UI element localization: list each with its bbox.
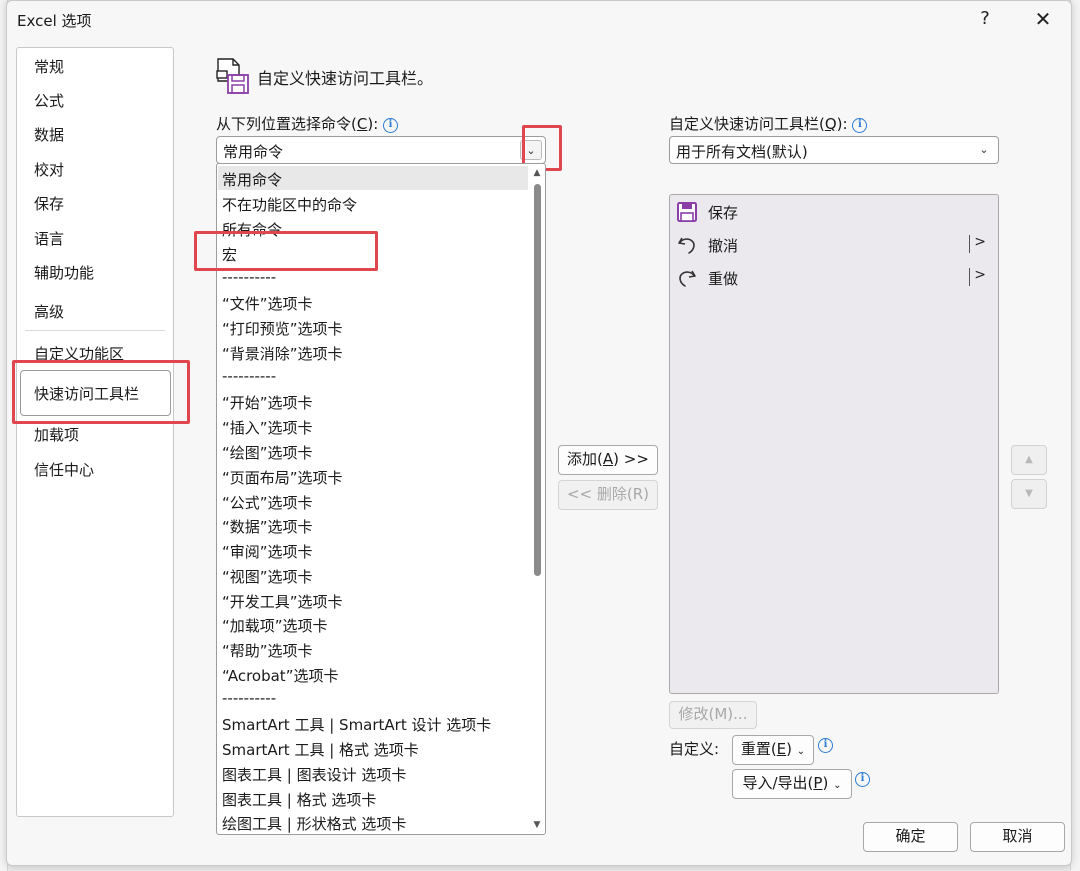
nav-item-data[interactable]: 数据 <box>34 124 64 145</box>
qat-item-redo[interactable]: 重做 > <box>676 263 992 293</box>
nav-item-trust-center[interactable]: 信任中心 <box>34 459 94 480</box>
dropdown-option[interactable]: “加载项”选项卡 <box>222 615 328 636</box>
scroll-down-arrow-icon[interactable]: ▼ <box>531 820 543 830</box>
qat-command-list[interactable]: 保存 撤消 > 重做 > <box>669 194 999 694</box>
save-icon <box>676 201 698 223</box>
options-nav: 常规 公式 数据 校对 保存 语言 辅助功能 高级 自定义功能区 快速访问工具栏… <box>16 47 174 817</box>
qat-item-label: 重做 <box>708 270 739 288</box>
remove-button[interactable]: << 删除(R) <box>558 480 658 510</box>
import-export-button[interactable]: 导入/导出(P) ⌄ <box>732 769 852 799</box>
select-value: 用于所有文档(默认) <box>676 143 808 161</box>
nav-item-label: 快速访问工具栏 <box>34 385 140 403</box>
reset-info: i <box>818 735 833 753</box>
dropdown-option[interactable]: “公式”选项卡 <box>222 492 313 513</box>
excel-options-dialog: Excel 选项 ? ✕ 常规 公式 数据 校对 保存 语言 辅助功能 高级 自… <box>6 0 1072 866</box>
close-button[interactable]: ✕ <box>1021 3 1065 35</box>
dropdown-option-macros[interactable]: 宏 <box>222 244 237 265</box>
chevron-down-icon[interactable]: ⌄ <box>973 140 995 160</box>
scroll-up-arrow-icon[interactable]: ▲ <box>531 168 543 178</box>
info-icon[interactable]: i <box>383 118 399 133</box>
info-icon[interactable]: i <box>818 738 833 753</box>
dropdown-option[interactable]: 不在功能区中的命令 <box>222 194 357 215</box>
dropdown-separator: ---------- <box>222 268 277 286</box>
qat-item-label: 保存 <box>708 204 739 222</box>
help-button[interactable]: ? <box>963 3 1007 35</box>
nav-item-accessibility[interactable]: 辅助功能 <box>34 262 94 283</box>
qat-item-label: 撤消 <box>708 237 739 255</box>
reset-button[interactable]: 重置(E) ⌄ <box>732 735 814 765</box>
dropdown-option[interactable]: SmartArt 工具 | 格式 选项卡 <box>222 739 419 760</box>
qat-customize-icon <box>215 57 251 99</box>
chevron-down-icon: ⌄ <box>833 780 842 791</box>
command-source-dropdown-list[interactable]: 常用命令 不在功能区中的命令 所有命令 宏 ---------- “文件”选项卡… <box>216 163 546 835</box>
ok-button[interactable]: 确定 <box>863 822 958 852</box>
import-export-info: i <box>855 769 870 787</box>
dropdown-option[interactable]: “插入”选项卡 <box>222 417 313 438</box>
submenu-arrow-icon[interactable]: > <box>969 267 986 286</box>
modify-button[interactable]: 修改(M)... <box>669 701 757 729</box>
dialog-title: Excel 选项 <box>17 12 92 30</box>
nav-item-save[interactable]: 保存 <box>34 193 64 214</box>
add-button[interactable]: 添加(A) >> <box>558 445 658 475</box>
dropdown-option[interactable]: “帮助”选项卡 <box>222 640 313 661</box>
dropdown-option[interactable]: “打印预览”选项卡 <box>222 318 343 339</box>
dropdown-option[interactable]: “Acrobat”选项卡 <box>222 665 338 686</box>
nav-item-quick-access-toolbar[interactable]: 快速访问工具栏 <box>20 370 171 416</box>
dropdown-option[interactable]: “视图”选项卡 <box>222 566 313 587</box>
nav-item-general[interactable]: 常规 <box>34 56 64 77</box>
dropdown-option[interactable]: 绘图工具 | 形状格式 选项卡 <box>222 813 406 834</box>
dropdown-option[interactable]: “背景消除”选项卡 <box>222 343 343 364</box>
dropdown-option[interactable]: 图表工具 | 格式 选项卡 <box>222 789 376 810</box>
chevron-down-icon[interactable]: ⌄ <box>520 140 542 160</box>
nav-item-advanced[interactable]: 高级 <box>34 301 64 322</box>
nav-divider <box>25 330 165 331</box>
dropdown-option[interactable]: SmartArt 工具 | SmartArt 设计 选项卡 <box>222 714 491 735</box>
dropdown-option[interactable]: 常用命令 <box>222 169 282 190</box>
nav-item-language[interactable]: 语言 <box>34 228 64 249</box>
dropdown-separator: ---------- <box>222 367 277 385</box>
nav-item-formulas[interactable]: 公式 <box>34 90 64 111</box>
dropdown-option[interactable]: “文件”选项卡 <box>222 293 313 314</box>
undo-icon <box>676 234 698 256</box>
dropdown-separator: ---------- <box>222 689 277 707</box>
dropdown-option[interactable]: “开发工具”选项卡 <box>222 591 343 612</box>
customize-label: 自定义: <box>669 740 720 758</box>
dropdown-option[interactable]: “开始”选项卡 <box>222 392 313 413</box>
nav-item-customize-ribbon[interactable]: 自定义功能区 <box>34 343 124 364</box>
info-icon[interactable]: i <box>855 772 870 787</box>
chevron-down-icon: ⌄ <box>796 746 806 757</box>
nav-item-add-ins[interactable]: 加载项 <box>34 424 79 445</box>
dropdown-option[interactable]: 图表工具 | 图表设计 选项卡 <box>222 764 406 785</box>
dropdown-option[interactable]: “审阅”选项卡 <box>222 541 313 562</box>
scrollbar-thumb[interactable] <box>534 184 541 576</box>
command-source-select[interactable]: 常用命令 ⌄ <box>216 136 546 164</box>
command-source-label: 从下列位置选择命令(C): i <box>216 113 399 134</box>
move-up-button[interactable]: ▲ <box>1011 445 1047 475</box>
dropdown-option[interactable]: 所有命令 <box>222 219 282 240</box>
dropdown-option[interactable]: “绘图”选项卡 <box>222 442 313 463</box>
info-icon[interactable]: i <box>852 118 868 133</box>
dropdown-option[interactable]: “数据”选项卡 <box>222 516 313 537</box>
cancel-button[interactable]: 取消 <box>970 822 1065 852</box>
move-down-button[interactable]: ▼ <box>1011 479 1047 509</box>
qat-item-undo[interactable]: 撤消 > <box>676 230 992 260</box>
select-value: 常用命令 <box>223 143 284 161</box>
redo-icon <box>676 267 698 289</box>
qat-scope-label: 自定义快速访问工具栏(Q): i <box>669 113 868 134</box>
dropdown-scrollbar[interactable]: ▲ ▼ <box>531 168 543 830</box>
submenu-arrow-icon[interactable]: > <box>969 234 986 253</box>
dropdown-option[interactable]: “页面布局”选项卡 <box>222 467 343 488</box>
qat-item-save[interactable]: 保存 <box>676 197 992 227</box>
qat-scope-select[interactable]: 用于所有文档(默认) ⌄ <box>669 136 999 164</box>
nav-item-proofing[interactable]: 校对 <box>34 159 64 180</box>
page-title: 自定义快速访问工具栏。 <box>257 69 434 88</box>
